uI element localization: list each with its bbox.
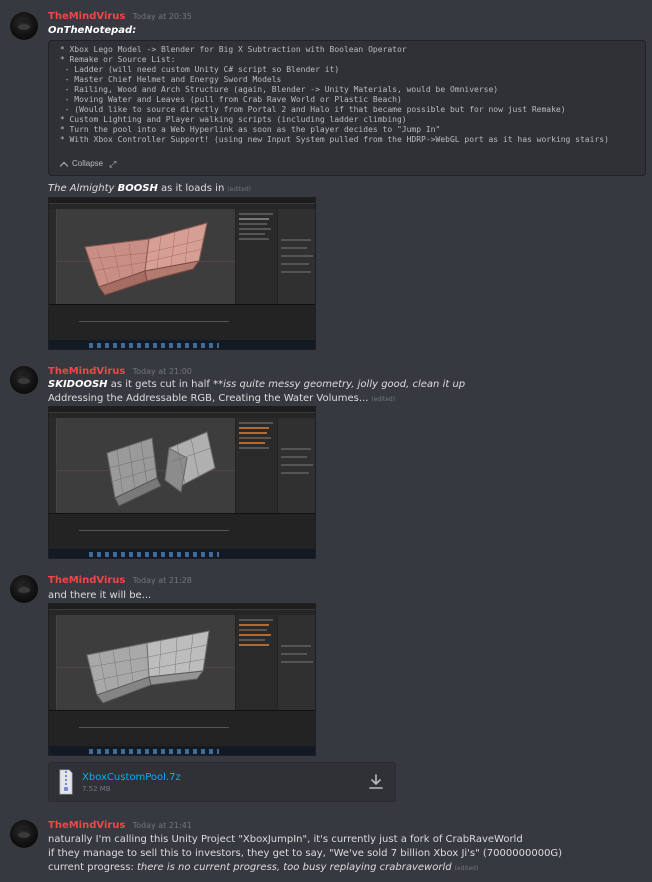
- timestamp: Today at 21:00: [132, 367, 192, 376]
- os-taskbar: [49, 746, 315, 755]
- code-line: - Moving Water and Leaves (pull from Cra…: [55, 95, 402, 104]
- collapse-button[interactable]: Collapse ⤢: [59, 159, 116, 170]
- edited-tag: (edited): [371, 396, 396, 403]
- username[interactable]: TheMindVirus: [48, 366, 125, 377]
- download-icon[interactable]: [369, 774, 383, 790]
- timestamp: Today at 20:35: [132, 12, 192, 21]
- os-taskbar: [49, 340, 315, 349]
- username[interactable]: TheMindVirus: [48, 575, 125, 586]
- code-line: * Remake or Source List:: [55, 55, 176, 64]
- message-header: TheMindVirus Today at 20:35: [48, 11, 192, 23]
- caption: The Almighty BOOSH as it loads in (edited…: [48, 183, 251, 196]
- code-line: - (Would like to source directly from Po…: [55, 105, 566, 114]
- file-size: 7.52 MB: [82, 785, 111, 793]
- collapse-label: Collapse: [72, 159, 104, 168]
- bold-word: SKIDOOSH: [48, 379, 108, 390]
- outliner-panel: [235, 615, 277, 710]
- expand-icon[interactable]: ⤢: [109, 159, 116, 169]
- message-text: as it gets cut in half: [107, 379, 214, 390]
- caption-italic: The Almighty: [48, 183, 118, 194]
- code-line: * Xbox Lego Model -> Blender for Big X S…: [55, 45, 407, 54]
- tool-column: [49, 615, 57, 710]
- message-title: OnTheNotepad:: [48, 25, 137, 36]
- outliner-panel: [235, 209, 277, 304]
- properties-panel: [277, 209, 315, 304]
- properties-panel: [277, 615, 315, 710]
- outliner-panel: [235, 418, 277, 513]
- username[interactable]: TheMindVirus: [48, 11, 125, 22]
- code-block: * Xbox Lego Model -> Blender for Big X S…: [48, 40, 646, 176]
- avatar[interactable]: [10, 12, 38, 40]
- message-line: naturally I'm calling this Unity Project…: [48, 834, 523, 845]
- zip-file-icon: [59, 769, 73, 795]
- message-line: SKIDOOSH as it gets cut in half **iss qu…: [48, 379, 465, 391]
- file-attachment: XboxCustomPool.7z 7.52 MB: [48, 762, 396, 802]
- code-line: - Ladder (will need custom Unity C# scri…: [55, 65, 340, 74]
- timeline-panel: [49, 513, 315, 549]
- avatar[interactable]: [10, 575, 38, 603]
- screenshot-attachment-2[interactable]: [48, 406, 316, 559]
- code-line: - Railing, Wood and Arch Structure (agai…: [55, 85, 499, 94]
- tool-column: [49, 418, 57, 513]
- viewport: [57, 615, 235, 710]
- timeline-panel: [49, 304, 315, 340]
- lego-model-pink: [84, 222, 208, 296]
- message-text: current progress:: [48, 862, 137, 873]
- avatar[interactable]: [10, 366, 38, 394]
- os-taskbar: [49, 549, 315, 558]
- timestamp: Today at 21:28: [132, 576, 192, 585]
- chevron-up-icon: [59, 161, 69, 170]
- timeline-panel: [49, 710, 315, 746]
- italic-text: there is no current progress, too busy r…: [136, 862, 452, 873]
- edited-tag: (edited): [227, 186, 251, 193]
- code-line: * Turn the pool into a Web Hyperlink as …: [55, 125, 441, 134]
- message-text: Addressing the Addressable RGB, Creating…: [48, 393, 369, 404]
- caption-text: as it loads in: [157, 183, 225, 194]
- code-line: * Custom Lighting and Player walking scr…: [55, 115, 407, 124]
- message-header: TheMindVirus Today at 21:28: [48, 575, 192, 587]
- message-line: current progress: there is no current pr…: [48, 862, 478, 875]
- lego-model-final: [86, 630, 210, 704]
- code-line: * With Xbox Controller Support! (using n…: [55, 135, 609, 144]
- lego-model-cut: [106, 431, 216, 507]
- message-line: if they manage to sell this to investors…: [48, 848, 563, 859]
- message-line: Addressing the Addressable RGB, Creating…: [48, 393, 395, 406]
- viewport: [57, 209, 235, 304]
- message-line: and there it will be...: [48, 590, 152, 601]
- code-line: - Master Chief Helmet and Energy Sword M…: [55, 75, 282, 84]
- edited-tag: (edited): [454, 865, 479, 872]
- username[interactable]: TheMindVirus: [48, 820, 125, 831]
- message-header: TheMindVirus Today at 21:00: [48, 366, 192, 378]
- screenshot-attachment-1[interactable]: [48, 197, 316, 350]
- screenshot-attachment-3[interactable]: [48, 603, 316, 756]
- viewport: [57, 418, 235, 513]
- italic-text: **iss quite messy geometry, jolly good, …: [213, 379, 466, 390]
- tool-column: [49, 209, 57, 304]
- avatar[interactable]: [10, 820, 38, 848]
- timestamp: Today at 21:41: [132, 821, 192, 830]
- caption-bold: BOOSH: [117, 183, 158, 194]
- message-header: TheMindVirus Today at 21:41: [48, 820, 192, 832]
- file-name-link[interactable]: XboxCustomPool.7z: [82, 772, 181, 783]
- properties-panel: [277, 418, 315, 513]
